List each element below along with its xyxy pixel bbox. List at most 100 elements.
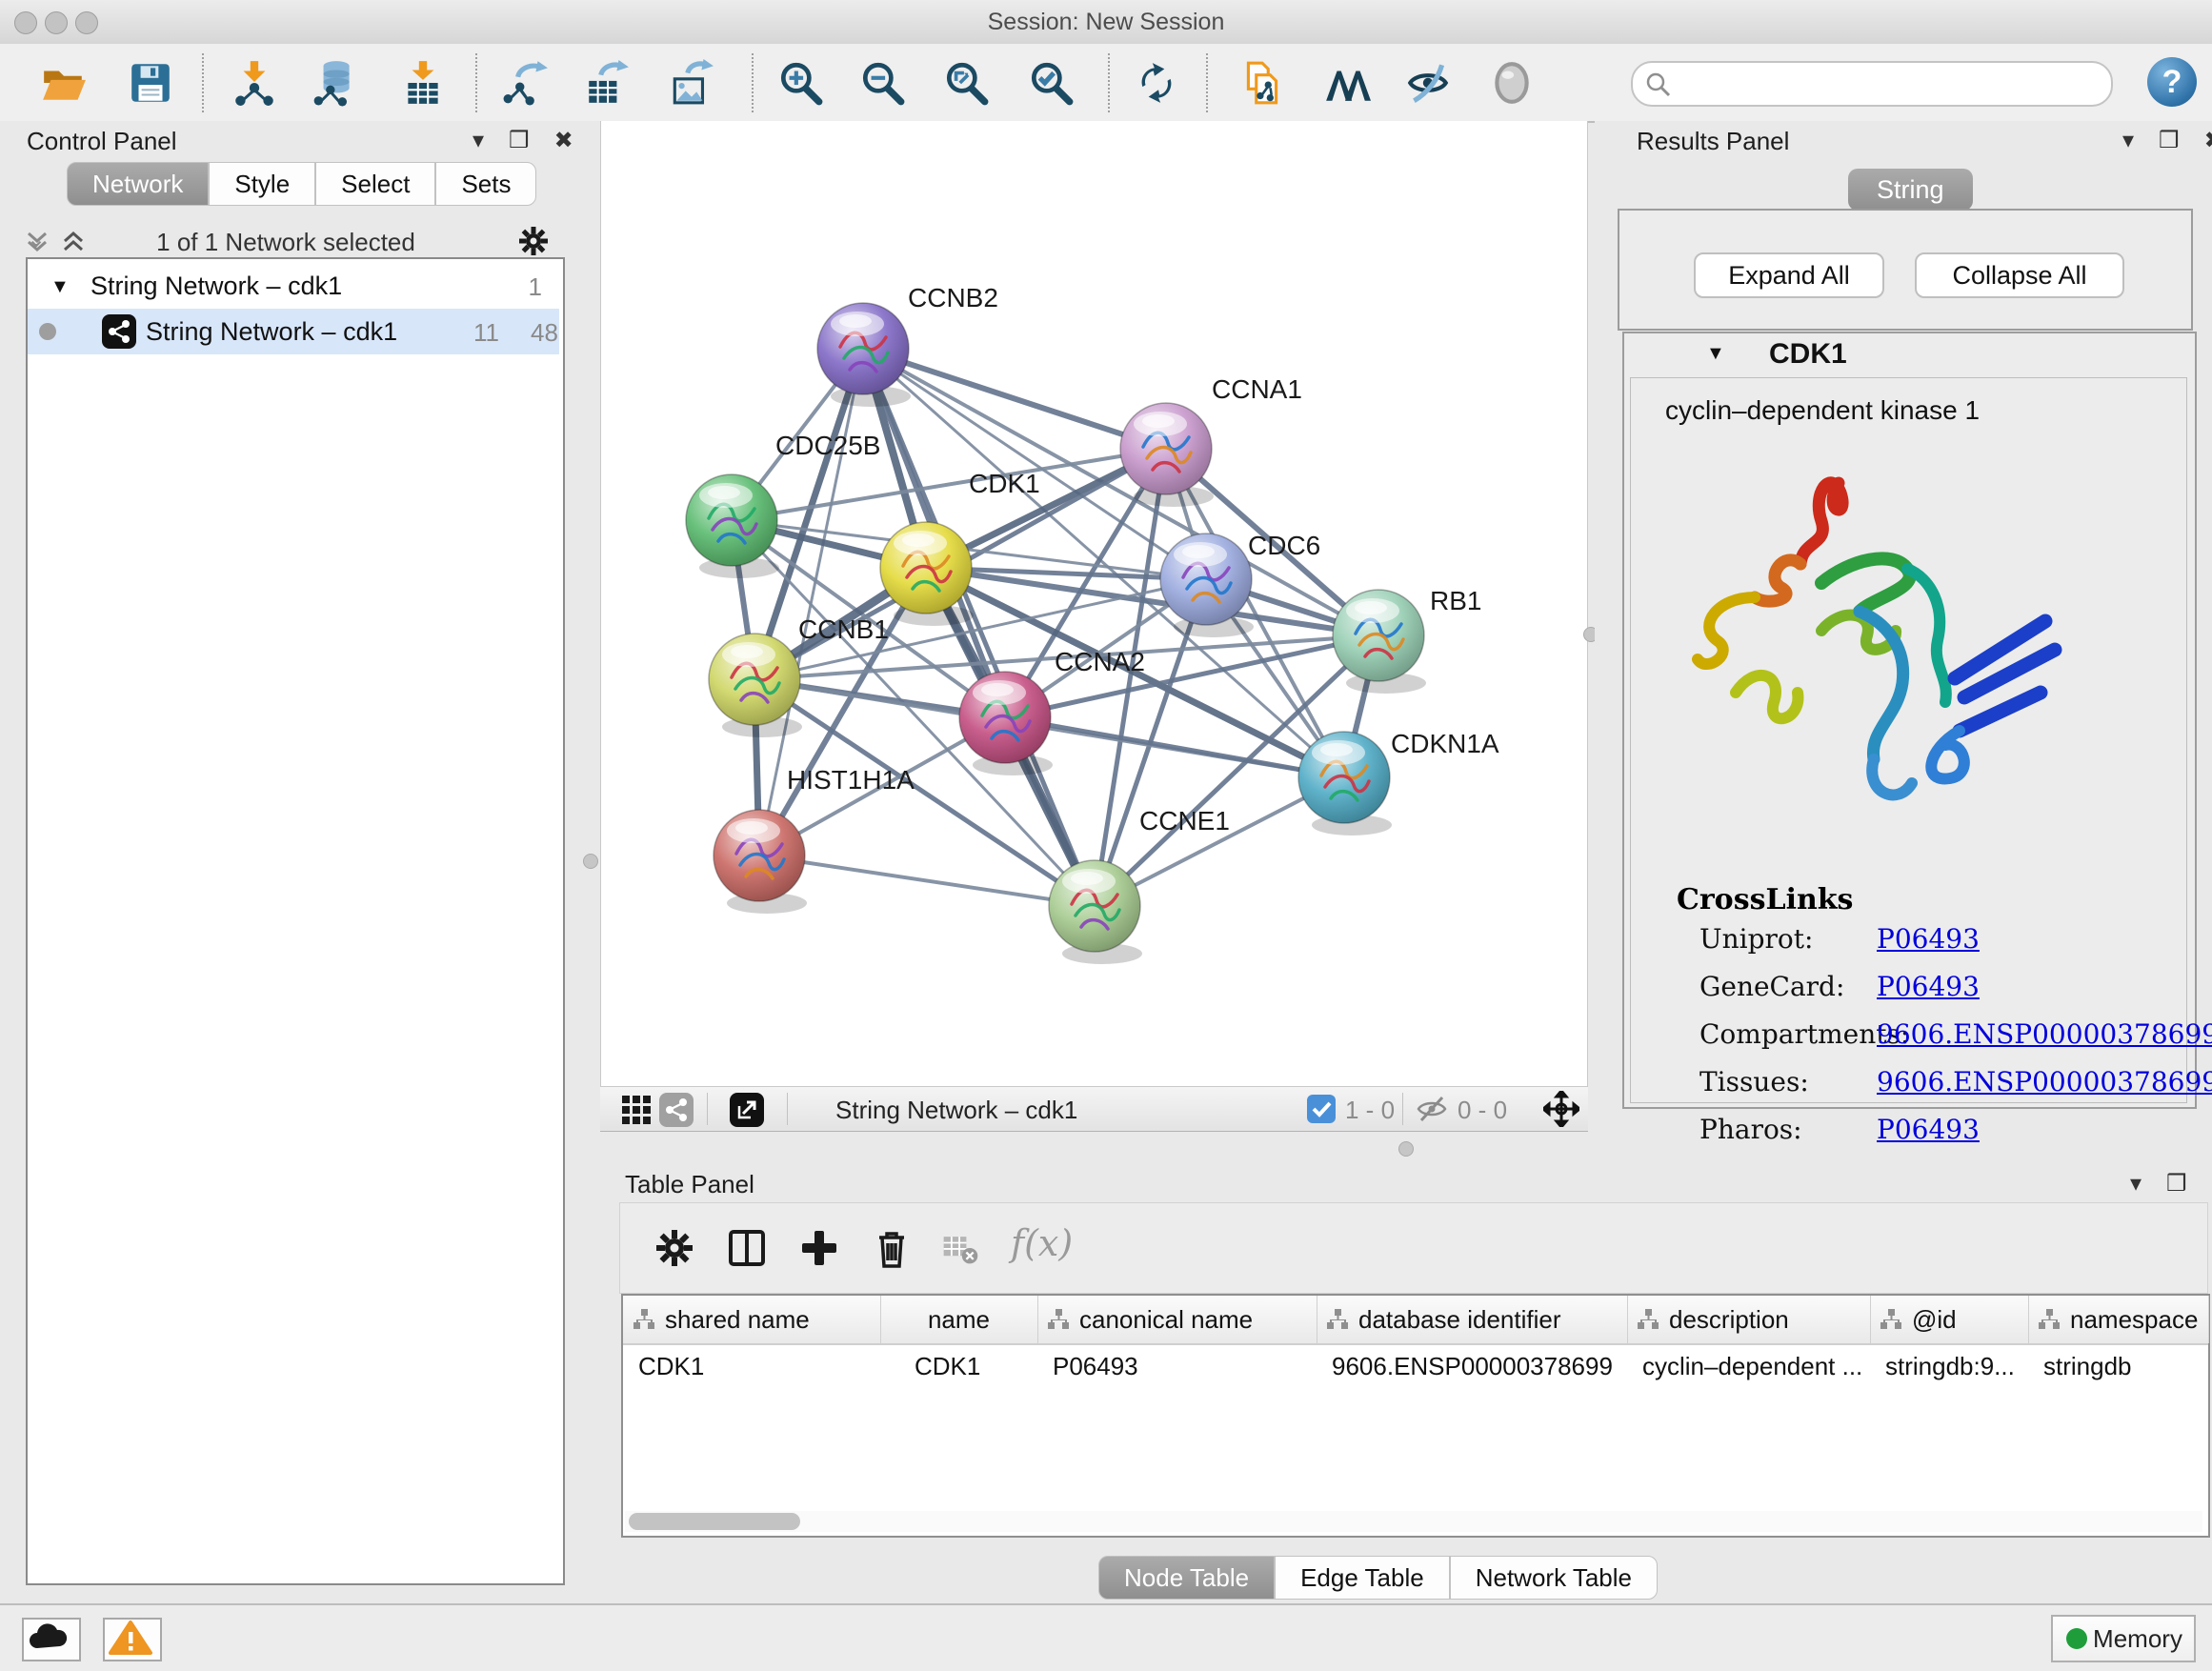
table-settings-gear-icon[interactable] [653,1226,696,1270]
function-builder-icon-disabled: f(x) [1011,1222,1073,1264]
crosslink-link[interactable]: P06493 [1877,971,1980,1002]
column-header-namespace[interactable]: namespace [2028,1296,2209,1343]
zoom-fit-button[interactable] [942,59,990,107]
memory-button[interactable]: Memory [2051,1615,2196,1662]
node-CDKN1A[interactable] [1298,732,1392,836]
node-CDC6[interactable] [1160,534,1254,637]
export-table-button[interactable] [583,59,631,107]
table-horizontal-scrollbar[interactable] [625,1511,2202,1532]
add-column-icon[interactable] [797,1226,841,1270]
edge-HIST1H1A-CCNE1[interactable] [759,856,1095,906]
tab-sets[interactable]: Sets [435,162,536,206]
column-type-icon [2038,1308,2061,1331]
table-cell[interactable]: CDK1 [880,1343,1037,1389]
database-icon [311,59,358,107]
column-header-id[interactable]: @id [1870,1296,2029,1343]
apply-layout-button[interactable] [1133,59,1180,107]
tab-string[interactable]: String [1848,169,1973,211]
panel-float-icon[interactable]: ❒ [509,128,530,153]
string-actions-box: Expand All Collapse All [1618,209,2193,331]
network-collection-row[interactable]: ▼ String Network – cdk1 1 [28,263,559,309]
search-input[interactable] [1682,66,2096,100]
crosslink-link[interactable]: P06493 [1877,923,1980,955]
table-cell[interactable]: stringdb [2028,1343,2208,1389]
hide-selected-button[interactable] [1404,59,1452,107]
search-box[interactable] [1631,61,2113,107]
zoom-selected-button[interactable] [1027,59,1075,107]
cloud-status-button[interactable] [22,1618,81,1661]
scrollbar-thumb[interactable] [629,1513,800,1530]
tab-network[interactable]: Network [67,162,209,206]
panel-close-icon[interactable]: ✖ [554,128,573,153]
node-HIST1H1A[interactable] [714,810,807,914]
node-CCNE1[interactable] [1049,860,1142,964]
tab-style[interactable]: Style [209,162,315,206]
main-toolbar: ? [0,44,2212,123]
collection-expand-icon[interactable]: ▼ [50,276,70,298]
pan-crosshair-icon[interactable] [1543,1091,1579,1127]
network-status-dot [39,323,56,340]
gene-section-header[interactable]: ▼ CDK1 [1624,333,2195,375]
column-header-name[interactable]: name [880,1296,1038,1343]
control-panel-controls: ▾ ❒ ✖ [448,127,573,154]
node-CCNA2[interactable] [959,672,1053,775]
panel-menu-icon[interactable]: ▾ [473,128,484,153]
crosslink-link[interactable]: 9606.ENSP00000378699 [1877,1018,2212,1050]
edge-CCNA1-CCNE1[interactable] [1095,449,1166,906]
help-button[interactable]: ? [2147,57,2197,107]
table-cell[interactable]: P06493 [1037,1343,1317,1389]
zoom-out-button[interactable] [858,59,906,107]
edge-CCNA2-CDKN1A[interactable] [1005,717,1344,777]
selection-checkbox[interactable] [1307,1095,1336,1123]
node-CDK1[interactable] [880,522,974,626]
crosslink-link[interactable]: P06493 [1877,1114,1980,1145]
tab-edge-table[interactable]: Edge Table [1275,1556,1450,1600]
zoom-in-button[interactable] [776,59,824,107]
save-session-button[interactable] [127,59,174,107]
network-row-selected[interactable]: String Network – cdk1 11 48 [28,309,559,354]
crosslink-link[interactable]: 9606.ENSP00000378699 [1877,1066,2212,1097]
open-in-window-icon[interactable] [730,1093,764,1127]
gene-collapse-icon[interactable]: ▼ [1706,343,1725,365]
network-canvas[interactable]: CCNB2CCNA1CDC25BCDK1CDC6CCNB1RB1CCNA2CDK… [600,121,1588,1086]
import-network-file-button[interactable] [231,59,278,107]
table-cell[interactable]: cyclin–dependent ... [1627,1343,1870,1389]
first-neighbors-button[interactable] [1323,59,1371,107]
node-CCNB1[interactable] [709,634,802,737]
tab-node-table[interactable]: Node Table [1098,1556,1275,1600]
delete-column-trash-icon[interactable] [870,1226,914,1270]
table-cell[interactable]: stringdb:9... [1870,1343,2028,1389]
panel-menu-icon[interactable]: ▾ [2130,1171,2142,1197]
column-header-description[interactable]: description [1627,1296,1871,1343]
panel-menu-icon[interactable]: ▾ [2122,128,2134,153]
column-header-databaseidentifier[interactable]: database identifier [1317,1296,1628,1343]
tab-network-table[interactable]: Network Table [1450,1556,1658,1600]
column-header-sharedname[interactable]: shared name [623,1296,881,1343]
show-columns-icon[interactable] [725,1226,769,1270]
table-cell[interactable]: 9606.ENSP00000378699 [1317,1343,1627,1389]
table-cell[interactable]: CDK1 [623,1343,880,1389]
panel-float-icon[interactable]: ❒ [2159,128,2180,153]
bottom-splitter-handle[interactable] [1398,1141,1414,1157]
panel-float-icon[interactable]: ❒ [2166,1171,2187,1197]
column-header-canonicalname[interactable]: canonical name [1037,1296,1317,1343]
collapse-all-button[interactable]: Collapse All [1915,252,2124,298]
export-network-button[interactable] [502,59,550,107]
import-table-file-button[interactable] [399,59,447,107]
tab-select[interactable]: Select [315,162,435,206]
new-network-from-selection-button[interactable] [1238,59,1286,107]
expand-all-button[interactable]: Expand All [1694,252,1884,298]
network-badge-icon[interactable] [659,1093,694,1127]
node-CCNA1[interactable] [1120,403,1214,507]
export-image-button[interactable] [668,59,715,107]
gear-icon[interactable] [516,224,551,258]
grid-view-icon[interactable] [621,1095,652,1125]
node-CDC25B[interactable] [686,474,779,578]
open-session-button[interactable] [40,59,88,107]
node-RB1[interactable] [1333,590,1426,694]
left-splitter-handle[interactable] [583,854,598,869]
warning-status-button[interactable] [103,1618,162,1661]
panel-close-icon[interactable]: ✖ [2204,128,2212,153]
show-all-button[interactable] [1488,59,1536,107]
import-network-database-button[interactable] [311,59,358,107]
